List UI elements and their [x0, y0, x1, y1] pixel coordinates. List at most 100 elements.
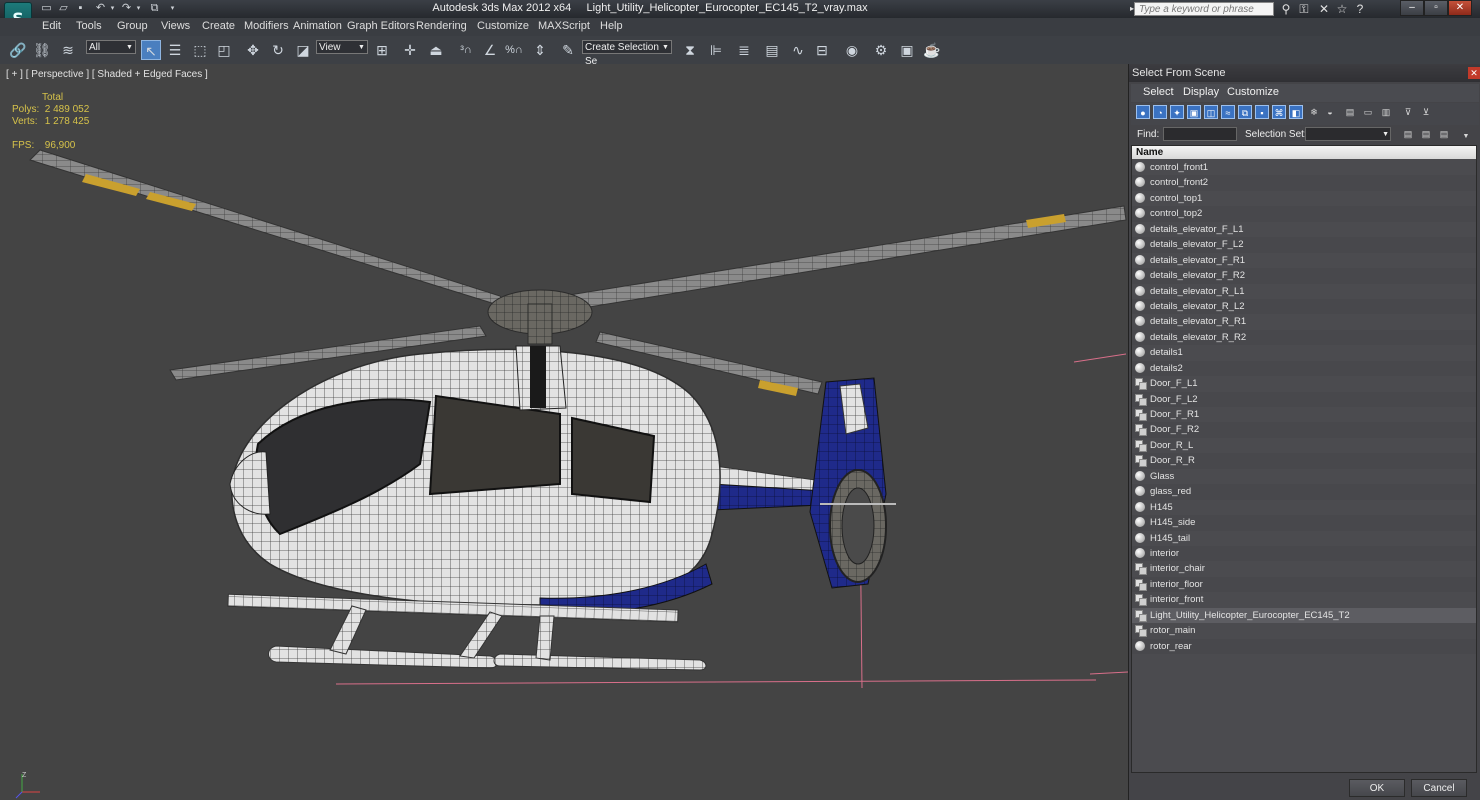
rendered-frame-window-icon[interactable]: ▣: [897, 40, 917, 60]
select-and-rotate-icon[interactable]: ↻: [268, 40, 288, 60]
spinner-snap-icon[interactable]: ⇕: [530, 40, 550, 60]
reference-coordinate-dropdown[interactable]: View ▼: [316, 40, 368, 54]
scene-object-list[interactable]: Name control_front1 control_front2 control…: [1131, 145, 1477, 773]
list-item[interactable]: interior: [1132, 545, 1476, 562]
list-item[interactable]: details_elevator_F_L2: [1132, 237, 1476, 253]
render-setup-icon[interactable]: ⚙: [871, 40, 891, 60]
list-item[interactable]: Glass: [1132, 469, 1476, 484]
cancel-button[interactable]: Cancel: [1411, 779, 1467, 797]
perspective-viewport[interactable]: [ + ] [ Perspective ] [ Shaded + Edged F…: [0, 64, 1128, 800]
list-item[interactable]: Door_F_L1: [1132, 376, 1476, 391]
display-helpers-icon[interactable]: ◫: [1204, 105, 1218, 119]
selection-set-dropdown[interactable]: ▼: [1305, 127, 1391, 141]
display-hidden-icon[interactable]: ◒: [1323, 105, 1337, 119]
display-frozen-icon[interactable]: ❄: [1307, 105, 1321, 119]
menu-edit[interactable]: Edit: [42, 20, 61, 32]
list-item[interactable]: control_top1: [1132, 191, 1476, 206]
list-item[interactable]: Door_R_L: [1132, 438, 1476, 453]
select-and-move-icon[interactable]: ✥: [243, 40, 263, 60]
close-window-button[interactable]: ✕: [1448, 0, 1472, 16]
list-item[interactable]: control_top2: [1132, 206, 1476, 222]
list-item[interactable]: interior_floor: [1132, 576, 1476, 593]
list-item[interactable]: H145_side: [1132, 515, 1476, 531]
graphite-ribbon-icon[interactable]: ▤: [762, 40, 782, 60]
subscription-icon[interactable]: ⚿: [1296, 2, 1312, 16]
render-production-icon[interactable]: ☕: [922, 40, 942, 60]
curve-editor-icon[interactable]: ∿: [788, 40, 808, 60]
display-shapes-icon[interactable]: ◔: [1153, 105, 1167, 119]
rectangular-selection-icon[interactable]: ⬚: [190, 40, 210, 60]
select-none-icon[interactable]: ▭: [1361, 105, 1375, 119]
display-space-warps-icon[interactable]: ≈: [1221, 105, 1235, 119]
list-item[interactable]: details2: [1132, 360, 1476, 377]
list-item[interactable]: details_elevator_R_L1: [1132, 284, 1476, 299]
help-search-input[interactable]: Type a keyword or phrase: [1134, 2, 1274, 16]
menu-create[interactable]: Create: [202, 20, 235, 32]
selection-filter-dropdown[interactable]: All ▼: [86, 40, 136, 54]
list-item[interactable]: details_elevator_R_R2: [1132, 329, 1476, 346]
list-item[interactable]: interior_front: [1132, 592, 1476, 607]
select-by-name-icon[interactable]: ☰: [165, 40, 185, 60]
dialog-close-button[interactable]: ✕: [1468, 67, 1480, 79]
dialog-menu-display[interactable]: Display: [1183, 86, 1219, 98]
maximize-button[interactable]: ▫: [1424, 0, 1448, 16]
list-item[interactable]: details_elevator_F_R1: [1132, 253, 1476, 268]
menu-help[interactable]: Help: [600, 20, 623, 32]
display-cameras-icon[interactable]: ▣: [1187, 105, 1201, 119]
list-item[interactable]: details_elevator_R_R1: [1132, 314, 1476, 329]
select-invert-icon[interactable]: ▥: [1379, 105, 1393, 119]
angle-snap-icon[interactable]: ∠: [480, 40, 500, 60]
dialog-title-bar[interactable]: Select From Scene ✕: [1129, 64, 1480, 82]
list-item[interactable]: glass_red: [1132, 484, 1476, 500]
named-selection-dropdown[interactable]: Create Selection Se ▼: [582, 40, 672, 67]
window-crossing-icon[interactable]: ◰: [214, 40, 234, 60]
dialog-menu-customize[interactable]: Customize: [1227, 86, 1279, 98]
menu-group[interactable]: Group: [117, 20, 148, 32]
filter-options-icon[interactable]: ⊻: [1419, 105, 1433, 119]
ok-button[interactable]: OK: [1349, 779, 1405, 797]
list-item[interactable]: H145: [1132, 500, 1476, 515]
menu-modifiers[interactable]: Modifiers: [244, 20, 289, 32]
list-item[interactable]: rotor_rear: [1132, 638, 1476, 654]
help-icon[interactable]: ?: [1352, 2, 1368, 16]
display-lights-icon[interactable]: ✦: [1170, 105, 1184, 119]
remove-from-selection-set-icon[interactable]: ▤: [1437, 127, 1451, 141]
find-input[interactable]: [1163, 127, 1237, 141]
select-object-icon[interactable]: ↖: [141, 40, 161, 60]
edit-named-selection-icon[interactable]: ✎: [558, 40, 578, 60]
list-item[interactable]: details1: [1132, 345, 1476, 360]
minimize-button[interactable]: –: [1400, 0, 1424, 16]
dialog-menu-select[interactable]: Select: [1143, 86, 1174, 98]
menu-customize[interactable]: Customize: [477, 20, 529, 32]
unlink-icon[interactable]: ⛓: [32, 40, 52, 60]
display-groups-icon[interactable]: ⧉: [1238, 105, 1252, 119]
list-item[interactable]: interior_chair: [1132, 561, 1476, 576]
list-item[interactable]: control_front1: [1132, 160, 1476, 175]
menu-views[interactable]: Views: [161, 20, 190, 32]
menu-tools[interactable]: Tools: [76, 20, 102, 32]
helicopter-wireframe-model[interactable]: [0, 64, 1128, 800]
keyboard-shortcut-override-icon[interactable]: ⏏: [426, 40, 446, 60]
select-and-scale-icon[interactable]: ◪: [293, 40, 313, 60]
link-icon[interactable]: 🔗: [8, 40, 28, 60]
list-item[interactable]: Light_Utility_Helicopter_Eurocopter_EC14…: [1132, 607, 1476, 624]
list-column-header-name[interactable]: Name: [1132, 146, 1476, 159]
display-containers-icon[interactable]: ◧: [1289, 105, 1303, 119]
list-item[interactable]: Door_F_R2: [1132, 422, 1476, 438]
snaps-toggle-icon[interactable]: ³∩: [456, 40, 476, 60]
list-item[interactable]: details_elevator_R_L2: [1132, 298, 1476, 315]
display-geometry-icon[interactable]: ●: [1136, 105, 1150, 119]
add-to-selection-set-icon[interactable]: ▤: [1419, 127, 1433, 141]
list-item[interactable]: details_elevator_F_L1: [1132, 222, 1476, 237]
select-manipulate-icon[interactable]: ✛: [400, 40, 420, 60]
menu-rendering[interactable]: Rendering: [416, 20, 467, 32]
filter-icon[interactable]: ⊽: [1401, 105, 1415, 119]
menu-graph-editors[interactable]: Graph Editors: [347, 20, 415, 32]
communication-center-icon[interactable]: ✕: [1316, 2, 1332, 16]
bind-space-warp-icon[interactable]: ≋: [58, 40, 78, 60]
list-item[interactable]: H145_tail: [1132, 531, 1476, 546]
percent-snap-icon[interactable]: %∩: [504, 40, 524, 60]
pivot-center-icon[interactable]: ⊞: [372, 40, 392, 60]
create-selection-set-icon[interactable]: ▤: [1401, 127, 1415, 141]
select-all-icon[interactable]: ▤: [1343, 105, 1357, 119]
